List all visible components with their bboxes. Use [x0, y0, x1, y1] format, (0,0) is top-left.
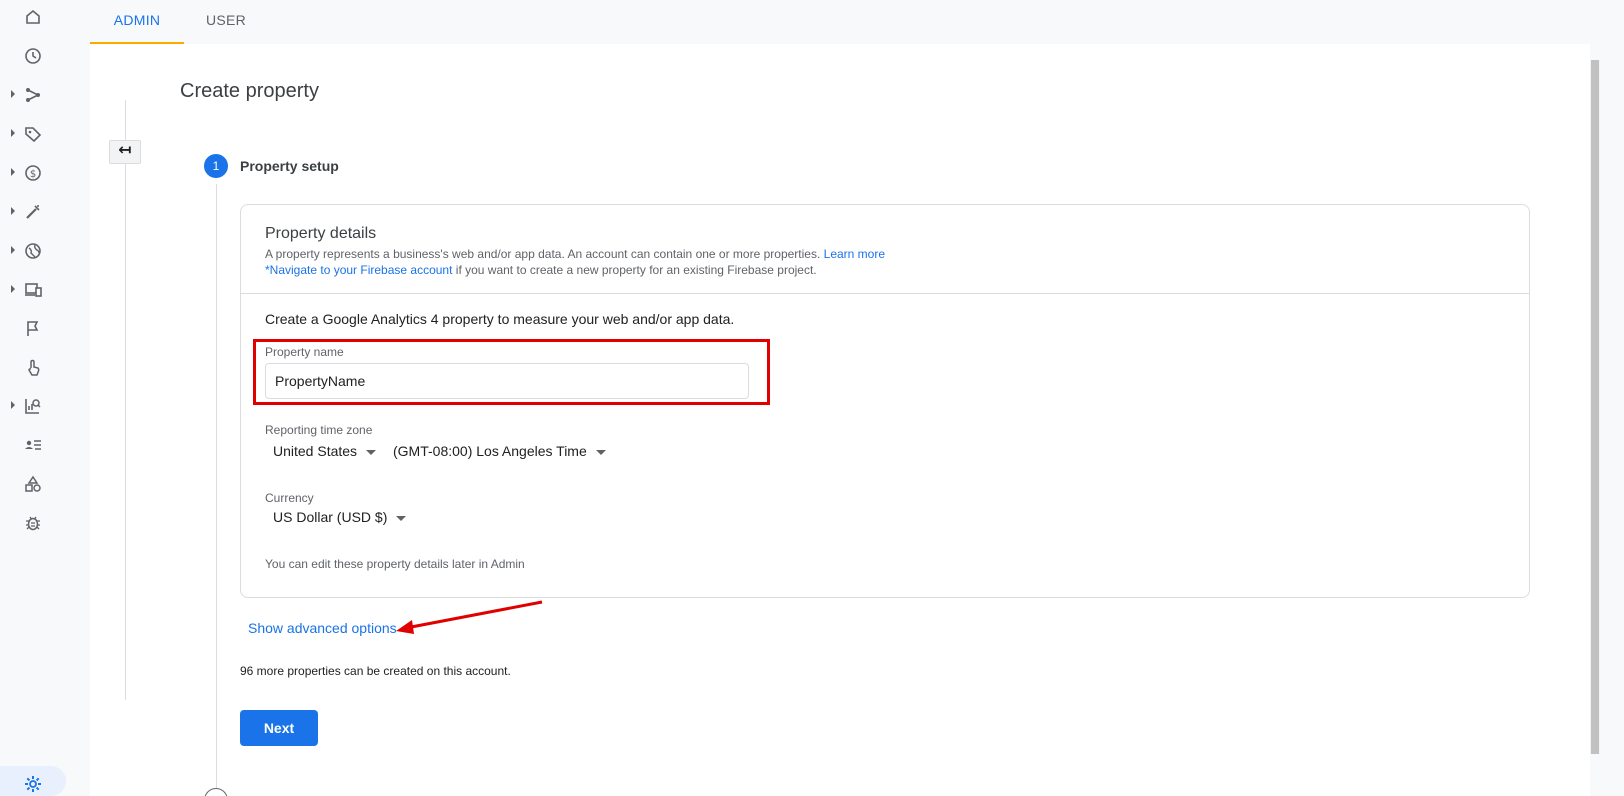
intro-text: Create a Google Analytics 4 property to …	[265, 311, 735, 327]
divider-line	[125, 100, 126, 700]
description-text: A property represents a business's web a…	[265, 247, 821, 261]
caret-right-icon	[11, 285, 15, 293]
home-icon	[23, 7, 43, 27]
create-property-panel: ↤ Create property 1 Property setup Prope…	[90, 44, 1590, 796]
firebase-account-link[interactable]: *Navigate to your Firebase account	[265, 263, 452, 277]
shapes-icon	[23, 474, 43, 494]
flag-icon	[23, 319, 43, 339]
scrollbar[interactable]	[1590, 60, 1600, 754]
report-search-icon	[23, 396, 43, 416]
rail-item-realtime[interactable]	[0, 36, 66, 76]
left-nav-rail: $	[0, 0, 66, 796]
wand-icon	[23, 202, 43, 222]
country-value: United States	[273, 443, 358, 459]
next-step-badge	[204, 788, 228, 796]
timezone-label: Reporting time zone	[265, 423, 373, 437]
rail-item-touch[interactable]	[0, 348, 66, 388]
page-title: Create property	[180, 80, 319, 102]
devices-icon	[23, 280, 43, 300]
property-name-input[interactable]	[265, 363, 749, 399]
learn-more-link[interactable]: Learn more	[824, 247, 885, 261]
card-header: Property details A property represents a…	[241, 205, 1529, 294]
country-select[interactable]: United States	[273, 439, 377, 463]
rail-item-home[interactable]	[0, 0, 66, 37]
audience-icon	[23, 435, 43, 455]
globe-icon	[23, 241, 43, 261]
rail-item-debug[interactable]	[0, 503, 66, 543]
rail-item-monetization[interactable]: $	[0, 153, 66, 193]
next-button[interactable]: Next	[240, 710, 318, 746]
firebase-note: *Navigate to your Firebase account if yo…	[265, 263, 817, 277]
dollar-icon: $	[23, 163, 43, 183]
firebase-note-text: if you want to create a new property for…	[455, 263, 817, 277]
step-connector-line	[216, 184, 217, 796]
edit-later-note: You can edit these property details late…	[265, 557, 525, 571]
currency-select[interactable]: US Dollar (USD $)	[273, 505, 407, 529]
rail-item-shapes[interactable]	[0, 464, 66, 504]
card-description: A property represents a business's web a…	[265, 247, 885, 261]
flow-icon	[23, 85, 43, 105]
currency-label: Currency	[265, 491, 314, 505]
caret-right-icon	[11, 129, 15, 137]
tag-icon	[23, 124, 43, 144]
dropdown-arrow-icon	[396, 515, 407, 521]
rail-item-globe[interactable]	[0, 231, 66, 271]
property-name-label: Property name	[265, 345, 344, 359]
rail-item-explore[interactable]	[0, 192, 66, 232]
rail-item-reports[interactable]	[0, 386, 66, 426]
step-title: Property setup	[240, 158, 339, 174]
touch-icon	[23, 358, 43, 378]
rail-item-devices[interactable]	[0, 270, 66, 310]
dropdown-arrow-icon	[595, 449, 606, 455]
property-quota-text: 96 more properties can be created on thi…	[240, 664, 511, 678]
rail-item-audience[interactable]	[0, 425, 66, 465]
annotation-arrow-icon	[396, 600, 543, 634]
tab-user[interactable]: USER	[184, 0, 268, 44]
card-title: Property details	[265, 225, 377, 242]
caret-right-icon	[11, 401, 15, 409]
property-details-card: Property details A property represents a…	[240, 204, 1530, 598]
caret-right-icon	[11, 168, 15, 176]
clock-icon	[23, 46, 43, 66]
svg-text:$: $	[30, 169, 36, 180]
caret-right-icon	[11, 246, 15, 254]
step-number-badge: 1	[204, 154, 228, 178]
rail-item-flow[interactable]	[0, 75, 66, 115]
timezone-value: (GMT-08:00) Los Angeles Time	[393, 443, 587, 459]
rail-item-admin-settings[interactable]	[0, 766, 66, 796]
show-advanced-options-link[interactable]: Show advanced options	[248, 620, 397, 636]
timezone-select[interactable]: (GMT-08:00) Los Angeles Time	[393, 439, 606, 463]
currency-value: US Dollar (USD $)	[273, 509, 388, 525]
rail-item-flag[interactable]	[0, 309, 66, 349]
caret-right-icon	[11, 90, 15, 98]
tab-admin[interactable]: ADMIN	[90, 0, 184, 44]
dropdown-arrow-icon	[366, 449, 377, 455]
bug-icon	[23, 513, 43, 533]
caret-right-icon	[11, 207, 15, 215]
rail-item-tags[interactable]	[0, 114, 66, 154]
scrollbar-thumb[interactable]	[1591, 60, 1599, 754]
back-button[interactable]: ↤	[109, 140, 141, 164]
gear-icon	[23, 774, 43, 794]
